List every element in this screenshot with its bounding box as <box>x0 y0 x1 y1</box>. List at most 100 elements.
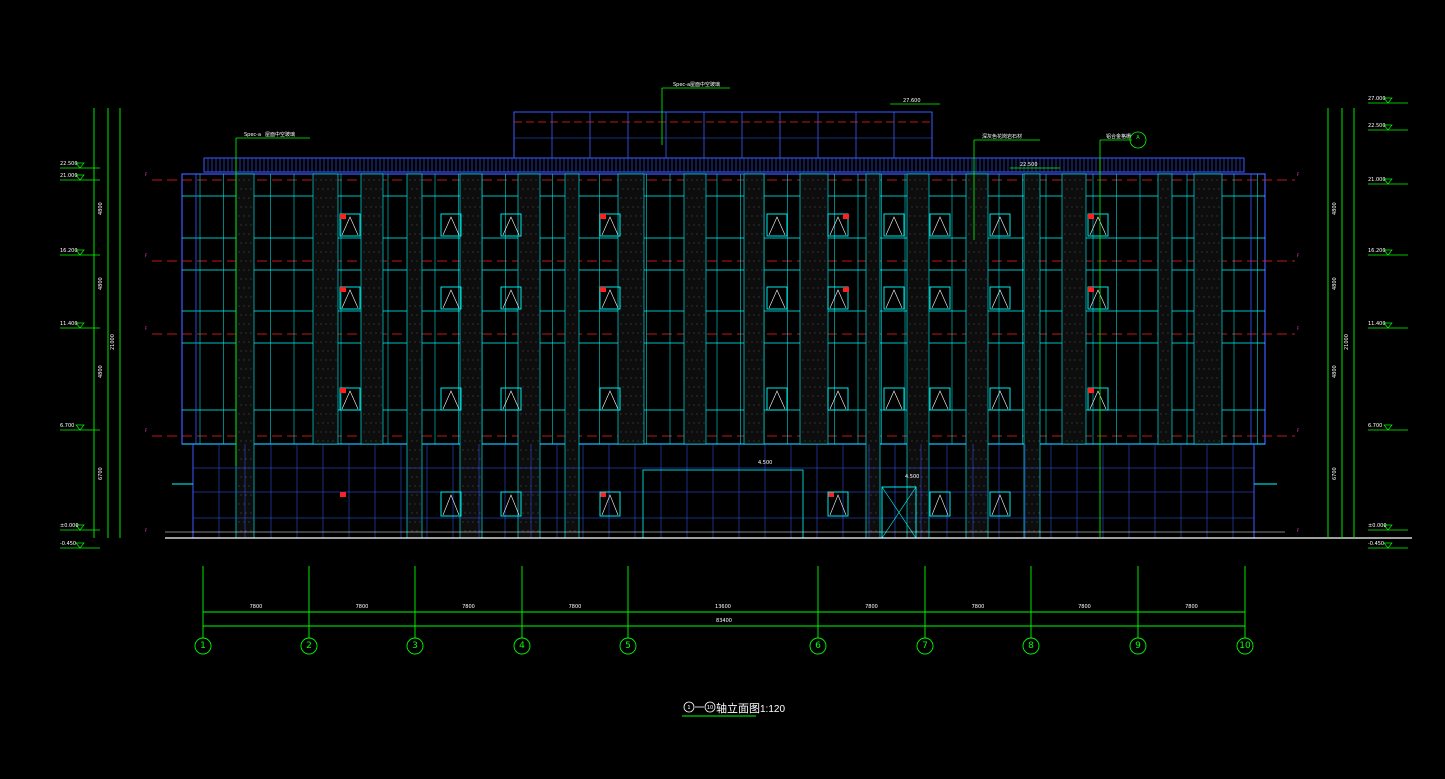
stone-texture-dot <box>1038 476 1040 478</box>
stone-texture-dot <box>569 278 571 280</box>
stone-texture-dot <box>926 314 928 316</box>
stone-texture-dot <box>914 233 916 235</box>
stone-texture-dot <box>368 431 370 433</box>
stone-texture-dot <box>914 431 916 433</box>
window-opening-mark <box>601 289 619 309</box>
stone-texture-dot <box>696 359 698 361</box>
stone-texture-dot <box>973 503 975 505</box>
stone-texture-dot <box>535 449 537 451</box>
stone-texture-dot <box>332 206 334 208</box>
stone-texture-dot <box>317 368 319 370</box>
stone-texture-dot <box>1196 197 1198 199</box>
stone-texture-dot <box>688 368 690 370</box>
stone-texture-dot <box>691 323 693 325</box>
stone-texture-dot <box>421 440 423 442</box>
stone-texture-dot <box>1026 251 1028 253</box>
stone-texture-dot <box>419 305 421 307</box>
stone-texture-dot <box>807 431 809 433</box>
window-opening-mark <box>991 390 1009 410</box>
stone-texture-dot <box>477 305 479 307</box>
stone-texture-dot <box>632 242 634 244</box>
stone-texture-dot <box>924 179 926 181</box>
stone-texture-dot <box>569 530 571 532</box>
stone-texture-dot <box>322 404 324 406</box>
stone-texture-dot <box>763 314 765 316</box>
stone-texture-dot <box>375 440 377 442</box>
stone-texture-dot <box>520 179 522 181</box>
stone-texture-dot <box>462 179 464 181</box>
stone-texture-dot <box>926 188 928 190</box>
stone-texture-dot <box>477 503 479 505</box>
stone-texture-dot <box>567 359 569 361</box>
stone-texture-dot <box>924 197 926 199</box>
stone-texture-dot <box>409 395 411 397</box>
stone-texture-dot <box>686 341 688 343</box>
stone-texture-dot <box>245 458 247 460</box>
stone-texture-dot <box>245 350 247 352</box>
stone-texture-dot <box>914 179 916 181</box>
stone-texture-dot <box>532 242 534 244</box>
stone-texture-dot <box>804 350 806 352</box>
stone-texture-dot <box>688 260 690 262</box>
stone-texture-dot <box>380 278 382 280</box>
stone-texture-dot <box>1031 449 1033 451</box>
stone-texture-dot <box>419 503 421 505</box>
stone-texture-dot <box>761 323 763 325</box>
stone-texture-dot <box>1064 233 1066 235</box>
stone-texture-dot <box>758 422 760 424</box>
stone-texture-dot <box>327 404 329 406</box>
stone-texture-dot <box>240 350 242 352</box>
stone-texture-dot <box>368 341 370 343</box>
stone-texture-dot <box>921 458 923 460</box>
stone-texture-dot <box>753 296 755 298</box>
stone-texture-dot <box>978 431 980 433</box>
stone-texture-dot <box>474 332 476 334</box>
stone-texture-dot <box>1069 323 1071 325</box>
stone-texture-dot <box>1028 206 1030 208</box>
stone-texture-dot <box>875 242 877 244</box>
stone-texture-dot <box>625 251 627 253</box>
stone-texture-dot <box>409 431 411 433</box>
stone-texture-dot <box>1081 206 1083 208</box>
stone-texture-dot <box>758 278 760 280</box>
stone-texture-dot <box>416 458 418 460</box>
stone-texture-dot <box>975 224 977 226</box>
stone-texture-dot <box>758 260 760 262</box>
stone-texture-dot <box>1218 278 1220 280</box>
stone-texture-dot <box>527 314 529 316</box>
stone-texture-dot <box>973 359 975 361</box>
stone-texture-dot <box>1064 269 1066 271</box>
stone-texture-dot <box>467 521 469 523</box>
stone-texture-dot <box>572 431 574 433</box>
side-dimension: 4800 <box>1332 365 1338 378</box>
stone-texture-dot <box>817 341 819 343</box>
stone-texture-dot <box>330 413 332 415</box>
stone-texture-dot <box>411 314 413 316</box>
stone-texture-dot <box>1167 296 1169 298</box>
stone-texture-dot <box>812 413 814 415</box>
stone-texture-dot <box>320 179 322 181</box>
stone-texture-dot <box>691 359 693 361</box>
stone-texture-dot <box>814 404 816 406</box>
stone-texture-dot <box>693 386 695 388</box>
stone-texture-dot <box>809 404 811 406</box>
stone-texture-dot <box>1203 260 1205 262</box>
stone-texture-dot <box>574 242 576 244</box>
stone-texture-dot <box>411 422 413 424</box>
stone-texture-dot <box>968 197 970 199</box>
stone-texture-dot <box>472 215 474 217</box>
stone-texture-dot <box>921 188 923 190</box>
axis-label: 1 <box>200 641 206 651</box>
stone-texture-dot <box>1064 251 1066 253</box>
stone-texture-dot <box>327 350 329 352</box>
stone-texture-dot <box>824 296 826 298</box>
window-opening-mark <box>931 494 949 516</box>
stone-texture-dot <box>909 215 911 217</box>
stone-texture-dot <box>414 359 416 361</box>
stone-texture-dot <box>537 188 539 190</box>
stone-texture-dot <box>804 242 806 244</box>
stone-texture-dot <box>477 449 479 451</box>
stone-texture-dot <box>1216 287 1218 289</box>
stone-texture-dot <box>520 251 522 253</box>
stone-texture-dot <box>985 314 987 316</box>
